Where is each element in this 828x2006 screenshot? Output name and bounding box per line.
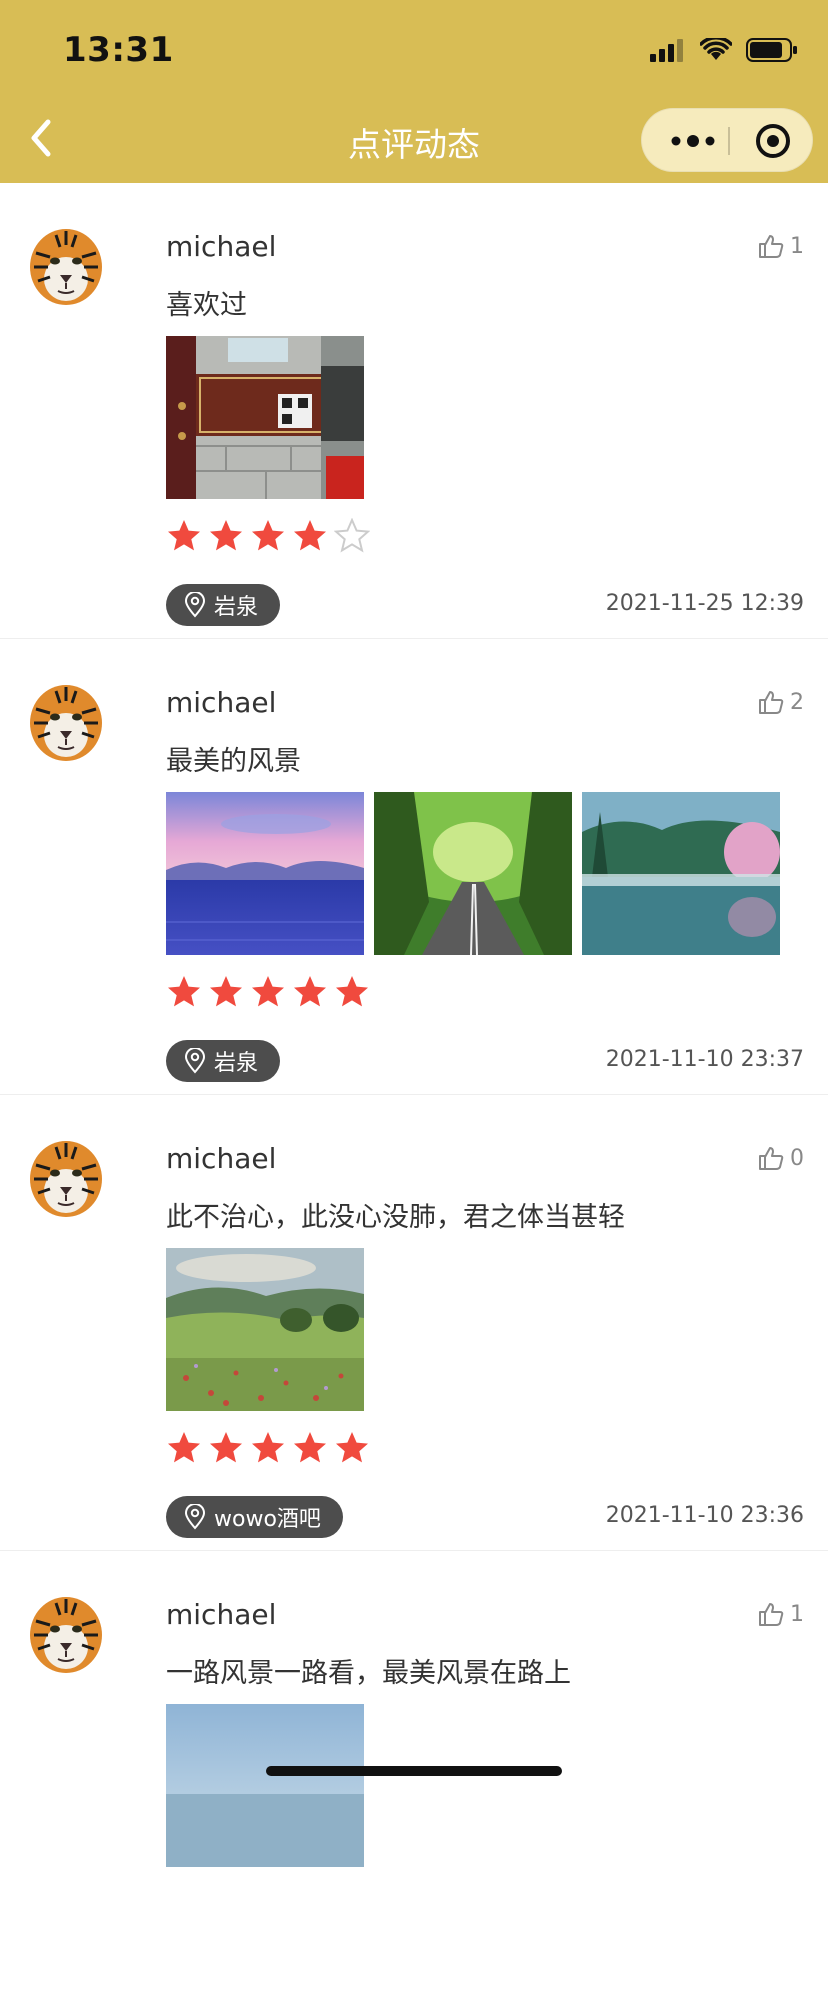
star-filled-icon [336,976,368,1007]
like-button[interactable]: 0 [758,1145,804,1171]
review-photo-house-sign[interactable] [166,336,364,499]
star-filled-icon [252,1432,284,1463]
post-time: 2021-11-10 23:36 [605,1503,804,1528]
wifi-icon [700,38,732,60]
review-text: 最美的风景 [166,746,301,777]
location-name: wowo酒吧 [214,1507,321,1532]
capsule-divider [728,127,730,155]
like-count: 2 [790,689,804,715]
star-filled-icon [168,1432,200,1463]
review-photo-sky[interactable] [166,1704,364,1867]
photo-grid [166,1704,364,1867]
review-item: michael 1 喜欢过 岩泉 2021-11-25 12:39 [0,183,828,638]
location-name: 岩泉 [214,595,259,620]
like-button[interactable]: 1 [758,233,804,259]
star-filled-icon [210,1432,242,1463]
review-text: 此不治心，此没心没肺，君之体当甚轻 [166,1202,625,1233]
navigation-bar: 13:31 点评动态 [0,0,828,183]
username[interactable]: michael [166,230,276,263]
rating-stars [166,1430,370,1466]
thumbs-up-icon [759,1603,784,1626]
star-filled-icon [252,976,284,1007]
status-time: 13:31 [63,30,174,70]
rating-stars [166,518,370,554]
review-item: michael 0 此不治心，此没心没肺，君之体当甚轻 wowo酒吧 2021-… [0,1094,828,1550]
post-time: 2021-11-25 12:39 [605,591,804,616]
location-tag[interactable]: wowo酒吧 [166,1496,343,1538]
avatar[interactable] [24,1591,108,1675]
home-indicator[interactable] [266,1766,562,1776]
mini-program-capsule [641,108,813,172]
rating-stars [166,974,370,1010]
star-filled-icon [168,520,200,551]
location-tag[interactable]: 岩泉 [166,1040,281,1082]
like-count: 0 [790,1145,804,1171]
like-count: 1 [790,1601,804,1627]
more-icon[interactable] [664,109,722,173]
star-filled-icon [210,976,242,1007]
review-item: michael 1 一路风景一路看，最美风景在路上 [0,1550,828,2006]
location-name: 岩泉 [214,1051,259,1076]
location-pin-icon [184,1504,206,1530]
star-empty-icon [334,518,370,553]
username[interactable]: michael [166,686,276,719]
battery-icon [746,38,797,62]
review-photo-meadow[interactable] [166,1248,364,1411]
review-text: 一路风景一路看，最美风景在路上 [166,1658,571,1689]
photo-grid [166,1248,364,1411]
review-item: michael 2 最美的风景 岩泉 2021-11-10 23:37 [0,638,828,1094]
review-photo-road[interactable] [374,792,572,955]
avatar[interactable] [24,1135,108,1219]
like-button[interactable]: 2 [758,689,804,715]
photo-grid [166,336,364,499]
username[interactable]: michael [166,1598,276,1631]
star-filled-icon [294,976,326,1007]
thumbs-up-icon [759,1147,784,1170]
post-time: 2021-11-10 23:37 [605,1047,804,1072]
status-icons [650,34,798,66]
avatar[interactable] [24,223,108,307]
star-filled-icon [294,520,326,551]
avatar[interactable] [24,679,108,763]
review-feed: michael 1 喜欢过 岩泉 2021-11-25 12:39 michae… [0,183,828,2006]
star-filled-icon [294,1432,326,1463]
star-filled-icon [336,1432,368,1463]
close-miniprogram-icon[interactable] [743,109,803,173]
username[interactable]: michael [166,1142,276,1175]
star-filled-icon [168,976,200,1007]
like-count: 1 [790,233,804,259]
review-photo-lake[interactable] [582,792,780,955]
thumbs-up-icon [759,235,784,258]
star-filled-icon [252,520,284,551]
like-button[interactable]: 1 [758,1601,804,1627]
location-tag[interactable]: 岩泉 [166,584,281,626]
review-photo-sea[interactable] [166,792,364,955]
location-pin-icon [184,1048,206,1074]
signal-icon [650,39,683,62]
star-filled-icon [210,520,242,551]
thumbs-up-icon [759,691,784,714]
location-pin-icon [184,592,206,618]
review-text: 喜欢过 [166,290,247,321]
photo-grid [166,792,780,955]
